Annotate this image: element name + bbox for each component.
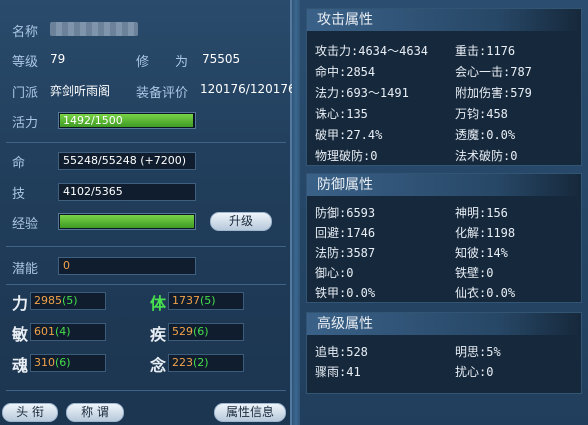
character-panel: 名称 等级 79 修 为 75505 门派 弈剑听雨阁 装备评价 120176/… bbox=[0, 0, 296, 425]
life-label: 命 bbox=[12, 156, 26, 171]
defense-title: 防御属性 bbox=[307, 174, 581, 196]
stat-value: 1737 bbox=[172, 294, 200, 307]
title-button[interactable]: 头 衔 bbox=[2, 403, 58, 422]
skill-label: 技 bbox=[12, 187, 26, 202]
advanced-section: 高级属性 追电:528 明思:5% 骤雨:41 扰心:0 bbox=[306, 312, 582, 394]
attack-stat: 法力:693～1491 bbox=[315, 86, 409, 100]
stat-bonus: (5) bbox=[62, 294, 78, 307]
exp-bar bbox=[58, 213, 196, 230]
vitality-bar: 1492/1500 bbox=[58, 112, 196, 129]
cultivation-value: 75505 bbox=[202, 52, 241, 66]
defense-stat: 御心:0 bbox=[315, 266, 354, 280]
nickname-button[interactable]: 称 谓 bbox=[66, 403, 124, 422]
stat-agility: 601(4) bbox=[30, 323, 106, 341]
attack-stat: 附加伤害:579 bbox=[455, 86, 532, 100]
potential-value: 0 bbox=[58, 257, 196, 275]
defense-stat: 铁甲:0.0% bbox=[315, 286, 376, 300]
attack-stat: 法术破防:0 bbox=[455, 149, 518, 163]
name-value-redacted bbox=[50, 22, 138, 36]
stat-bonus: (5) bbox=[200, 294, 216, 307]
defense-stat: 仙衣:0.0% bbox=[455, 286, 516, 300]
panel-divider bbox=[292, 0, 300, 425]
name-label: 名称 bbox=[12, 25, 39, 40]
attack-stat: 命中:2854 bbox=[315, 65, 376, 79]
attack-stat: 会心一击:787 bbox=[455, 65, 532, 79]
faction-value: 弈剑听雨阁 bbox=[50, 84, 111, 98]
defense-stat: 防御:6593 bbox=[315, 206, 376, 220]
stat-speed: 529(6) bbox=[168, 323, 244, 341]
divider bbox=[6, 142, 286, 143]
advanced-stat: 骤雨:41 bbox=[315, 365, 361, 379]
attack-stat: 攻击力:4634～4634 bbox=[315, 44, 429, 58]
defense-section: 防御属性 防御:6593 神明:156 回避:1746 化解:1198 法防:3… bbox=[306, 173, 582, 303]
exp-fill bbox=[60, 215, 194, 228]
stat-name-strength: 力 bbox=[12, 294, 29, 313]
level-value: 79 bbox=[50, 52, 66, 66]
stat-bonus: (2) bbox=[193, 356, 209, 369]
defense-stat: 神明:156 bbox=[455, 206, 508, 220]
attack-stat: 物理破防:0 bbox=[315, 149, 378, 163]
advanced-stat: 明思:5% bbox=[455, 345, 501, 359]
equip-rating-label: 装备评价 bbox=[136, 86, 189, 101]
stat-value: 601 bbox=[34, 325, 55, 338]
attack-stat: 诛心:135 bbox=[315, 107, 368, 121]
attributes-panel: 攻击属性 攻击力:4634～4634 重击:1176 命中:2854 会心一击:… bbox=[300, 0, 588, 425]
stat-bonus: (6) bbox=[55, 356, 71, 369]
stat-mind: 223(2) bbox=[168, 354, 244, 372]
defense-stat: 铁壁:0 bbox=[455, 266, 494, 280]
stat-name-constitution: 体 bbox=[150, 294, 167, 313]
life-value: 55248/55248 (+7200) bbox=[58, 152, 196, 170]
stat-value: 2985 bbox=[34, 294, 62, 307]
stat-soul: 310(6) bbox=[30, 354, 106, 372]
attribute-info-button[interactable]: 属性信息 bbox=[214, 403, 286, 422]
level-label: 等级 bbox=[12, 55, 39, 70]
defense-stat: 法防:3587 bbox=[315, 246, 376, 260]
advanced-stat: 扰心:0 bbox=[455, 365, 494, 379]
skill-value: 4102/5365 bbox=[58, 183, 196, 201]
stat-value: 529 bbox=[172, 325, 193, 338]
stat-bonus: (6) bbox=[193, 325, 209, 338]
defense-stat: 化解:1198 bbox=[455, 226, 516, 240]
attack-stat: 透魔:0.0% bbox=[455, 128, 516, 142]
attack-stat: 破甲:27.4% bbox=[315, 128, 383, 142]
stat-bonus: (4) bbox=[55, 325, 71, 338]
cultivation-label: 修 为 bbox=[136, 55, 189, 70]
divider bbox=[6, 390, 286, 391]
divider bbox=[6, 284, 286, 285]
attack-stat: 万钧:458 bbox=[455, 107, 508, 121]
attack-section: 攻击属性 攻击力:4634～4634 重击:1176 命中:2854 会心一击:… bbox=[306, 8, 582, 166]
vitality-label: 活力 bbox=[12, 116, 39, 131]
stat-constitution: 1737(5) bbox=[168, 292, 244, 310]
stat-value: 310 bbox=[34, 356, 55, 369]
attack-title: 攻击属性 bbox=[307, 9, 581, 31]
defense-stat: 回避:1746 bbox=[315, 226, 376, 240]
stat-name-mind: 念 bbox=[150, 356, 167, 375]
stat-value: 223 bbox=[172, 356, 193, 369]
vitality-text: 1492/1500 bbox=[63, 114, 123, 127]
stat-strength: 2985(5) bbox=[30, 292, 106, 310]
stat-name-speed: 疾 bbox=[150, 325, 167, 344]
level-up-button[interactable]: 升级 bbox=[210, 212, 272, 231]
stat-name-soul: 魂 bbox=[12, 356, 29, 375]
defense-stat: 知彼:14% bbox=[455, 246, 508, 260]
equip-rating-value: 120176/120176 bbox=[200, 82, 296, 96]
potential-label: 潜能 bbox=[12, 262, 39, 277]
divider bbox=[6, 246, 286, 247]
stat-name-agility: 敏 bbox=[12, 325, 29, 344]
attack-stat: 重击:1176 bbox=[455, 44, 516, 58]
exp-label: 经验 bbox=[12, 217, 39, 232]
advanced-stat: 追电:528 bbox=[315, 345, 368, 359]
faction-label: 门派 bbox=[12, 86, 39, 101]
advanced-title: 高级属性 bbox=[307, 313, 581, 335]
